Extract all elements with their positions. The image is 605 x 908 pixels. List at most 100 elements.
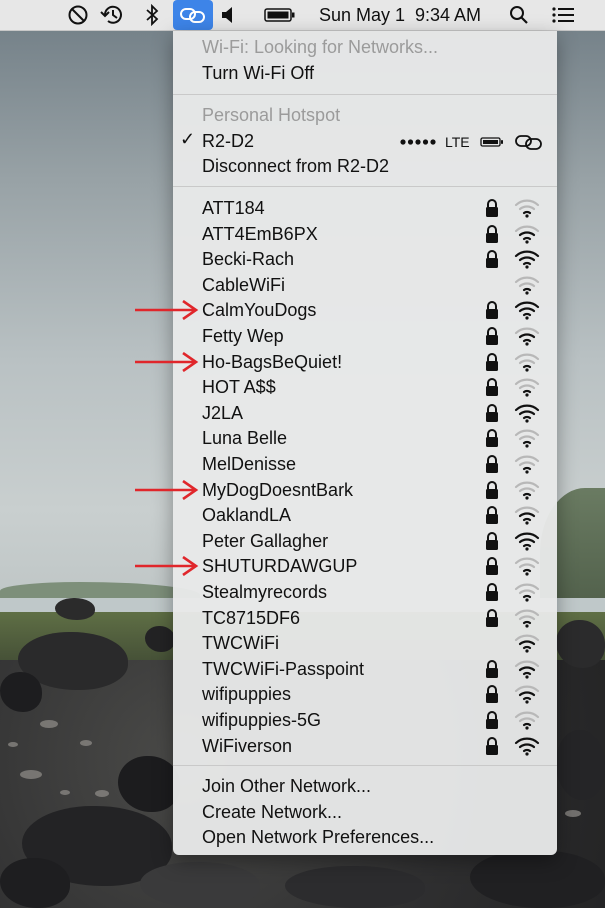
- lock-icon: [486, 583, 498, 601]
- checkmark-icon: ✓: [180, 129, 196, 149]
- lock-icon: [486, 250, 498, 269]
- network-item[interactable]: CableWiFi: [202, 274, 285, 296]
- battery-icon[interactable]: [262, 0, 298, 30]
- join-other-network-item[interactable]: Join Other Network...: [202, 775, 371, 797]
- notification-list-icon[interactable]: [548, 0, 578, 30]
- separator: [173, 765, 557, 766]
- wifi-signal-icon: [514, 276, 540, 295]
- network-item[interactable]: WiFiverson: [202, 735, 292, 757]
- network-type-label: LTE: [445, 134, 470, 150]
- network-item[interactable]: Peter Gallagher: [202, 530, 328, 552]
- lock-icon: [486, 557, 498, 576]
- hotspot-icon[interactable]: [173, 0, 213, 30]
- wifi-signal-icon: [514, 532, 540, 551]
- pebble: [95, 790, 109, 797]
- wifi-signal-icon: [514, 660, 540, 679]
- hotspot-status: LTE: [400, 131, 544, 153]
- pebble: [20, 770, 42, 779]
- cellular-signal-dots-icon: [400, 139, 436, 145]
- rock: [0, 672, 42, 712]
- lock-icon: [486, 403, 498, 422]
- hotspot-header: Personal Hotspot: [202, 105, 341, 125]
- lock-icon: [486, 685, 498, 704]
- red-arrow-annotation: [135, 556, 199, 577]
- disconnect-item[interactable]: Disconnect from R2-D2: [202, 155, 389, 177]
- network-item[interactable]: HOT A$$: [202, 376, 276, 398]
- network-item[interactable]: wifipuppies-5G: [202, 709, 321, 731]
- network-item[interactable]: Stealmyrecords: [202, 581, 327, 603]
- lock-icon: [486, 608, 498, 627]
- wifi-signal-icon: [514, 250, 540, 269]
- wifi-signal-icon: [514, 506, 540, 525]
- wifi-signal-icon: [514, 737, 540, 756]
- network-item[interactable]: Luna Belle: [202, 427, 287, 449]
- lock-icon: [486, 327, 498, 345]
- pebble: [60, 790, 70, 795]
- network-item[interactable]: Ho-BagsBeQuiet!: [202, 351, 342, 373]
- wifi-signal-icon: [514, 685, 540, 704]
- network-item[interactable]: Becki-Rach: [202, 248, 294, 270]
- lock-icon: [486, 506, 498, 525]
- wifi-signal-icon: [514, 609, 540, 628]
- network-item[interactable]: CalmYouDogs: [202, 299, 316, 321]
- network-item[interactable]: ATT4EmB6PX: [202, 223, 318, 245]
- create-network-item[interactable]: Create Network...: [202, 801, 342, 823]
- open-network-preferences-item[interactable]: Open Network Preferences...: [202, 826, 434, 848]
- network-item[interactable]: OaklandLA: [202, 504, 291, 526]
- wifi-signal-icon: [514, 583, 540, 602]
- network-item[interactable]: TWCWiFi: [202, 632, 279, 654]
- wifi-signal-icon: [514, 455, 540, 474]
- lock-icon: [486, 455, 498, 473]
- lock-icon: [486, 378, 498, 397]
- bluetooth-icon[interactable]: [140, 0, 164, 30]
- do-not-disturb-icon[interactable]: [64, 0, 92, 30]
- lock-icon: [486, 224, 498, 243]
- time-machine-icon[interactable]: [97, 0, 127, 30]
- rock: [556, 620, 605, 668]
- network-item[interactable]: wifipuppies: [202, 683, 291, 705]
- network-item[interactable]: SHUTURDAWGUP: [202, 555, 357, 577]
- wifi-signal-icon: [514, 378, 540, 397]
- wifi-signal-icon: [514, 327, 540, 346]
- turn-wifi-off-item[interactable]: Turn Wi-Fi Off: [202, 62, 314, 84]
- lock-icon: [486, 429, 498, 448]
- volume-icon[interactable]: [218, 0, 238, 30]
- rock: [556, 730, 605, 800]
- rock: [0, 858, 70, 908]
- network-item[interactable]: J2LA: [202, 402, 243, 424]
- menu-bar: Sun May 1 9:34 AM: [0, 0, 605, 31]
- lock-icon: [486, 736, 498, 755]
- network-item[interactable]: Fetty Wep: [202, 325, 284, 347]
- search-icon[interactable]: [506, 0, 532, 30]
- hotspot-item-r2d2[interactable]: R2-D2: [202, 130, 254, 152]
- wifi-signal-icon: [514, 429, 540, 448]
- red-arrow-annotation: [135, 479, 199, 500]
- wifi-signal-icon: [514, 481, 540, 500]
- lock-icon: [486, 480, 498, 499]
- wifi-signal-icon: [514, 557, 540, 576]
- wifi-signal-icon: [514, 404, 540, 423]
- lock-icon: [486, 711, 498, 729]
- wifi-signal-icon: [514, 301, 540, 320]
- wifi-signal-icon: [514, 199, 540, 218]
- wifi-signal-icon: [514, 225, 540, 244]
- lock-icon: [486, 352, 498, 371]
- hotspot-icon: [514, 135, 542, 150]
- pebble: [8, 742, 18, 747]
- pebble: [565, 810, 581, 817]
- lock-icon: [486, 301, 498, 320]
- rock: [55, 598, 95, 620]
- wifi-signal-icon: [514, 711, 540, 730]
- network-item[interactable]: TC8715DF6: [202, 607, 300, 629]
- network-item[interactable]: TWCWiFi-Passpoint: [202, 658, 364, 680]
- clock[interactable]: Sun May 1 9:34 AM: [310, 0, 490, 30]
- separator: [173, 186, 557, 187]
- network-item[interactable]: MyDogDoesntBark: [202, 479, 353, 501]
- lock-icon: [486, 199, 498, 217]
- wifi-status: Wi-Fi: Looking for Networks...: [202, 37, 439, 57]
- wifi-menu: Wi-Fi: Looking for Networks... Turn Wi-F…: [173, 31, 557, 855]
- network-item[interactable]: MelDenisse: [202, 453, 296, 475]
- red-arrow-annotation: [135, 351, 199, 372]
- wifi-signal-icon: [514, 634, 540, 653]
- network-item[interactable]: ATT184: [202, 197, 265, 219]
